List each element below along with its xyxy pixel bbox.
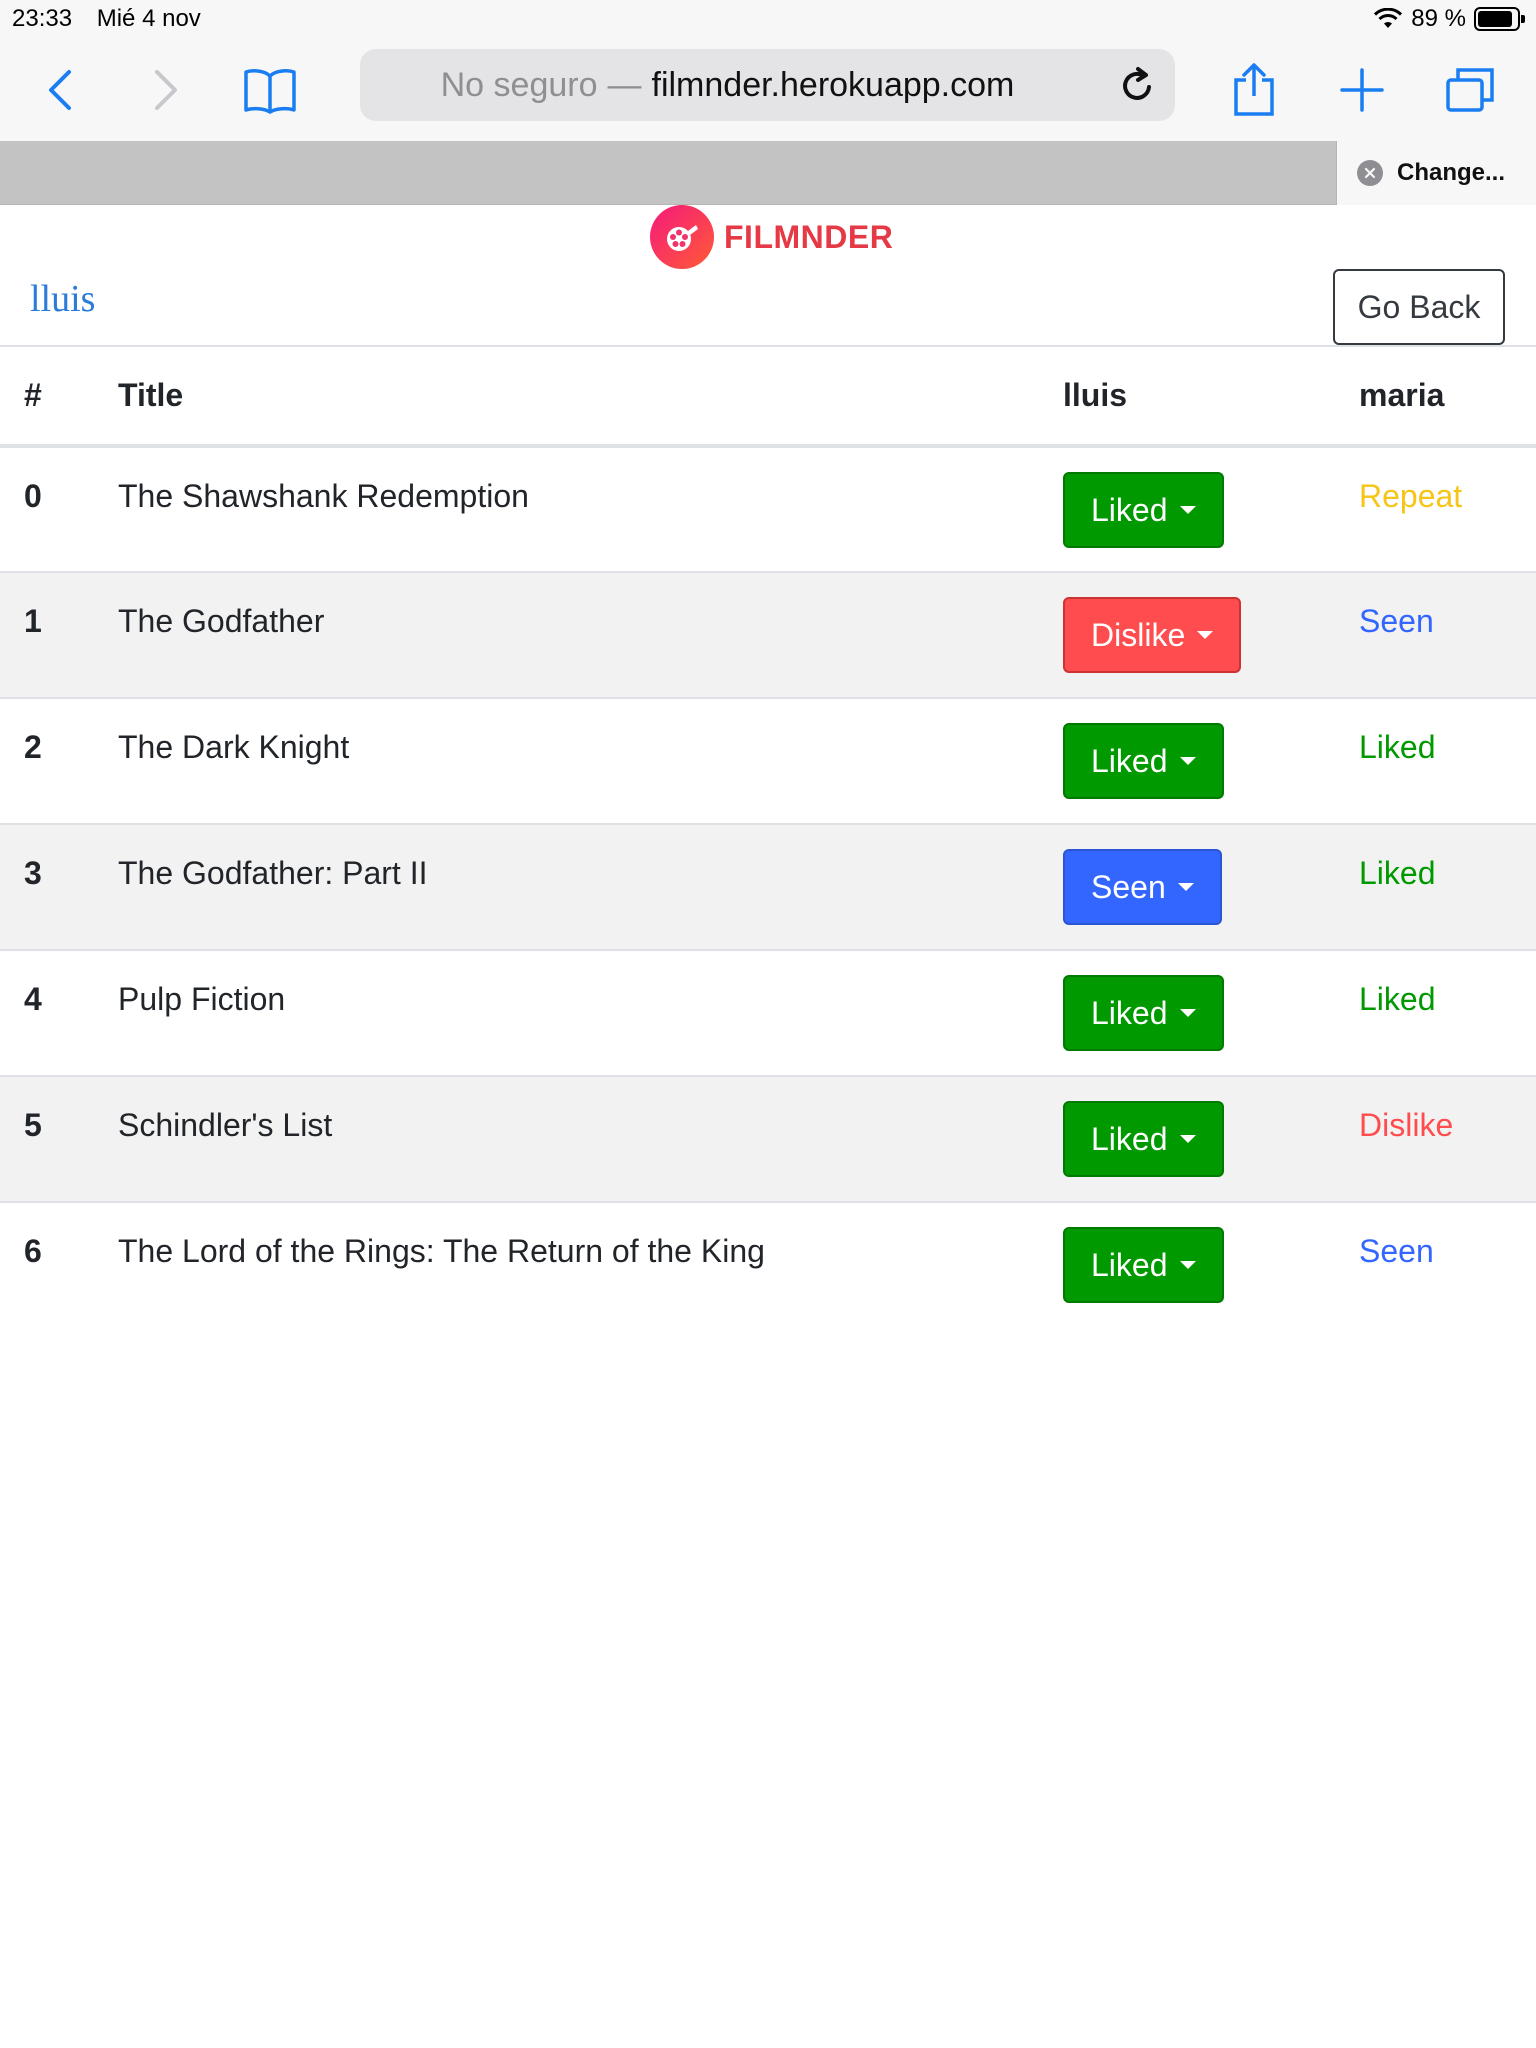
address-bar[interactable]: No seguro — filmnder.herokuapp.com <box>360 49 1175 121</box>
movie-title: The Shawshank Redemption <box>117 445 1062 572</box>
address-security-label: No seguro <box>440 65 598 104</box>
table-row: 4 Pulp Fiction Liked Liked <box>0 949 1536 1076</box>
movies-table: # Title lluis maria 0 The Shawshank Redem… <box>0 345 1536 1328</box>
rating-label: Liked <box>1091 491 1168 528</box>
caret-down-icon <box>1179 506 1196 514</box>
logo-text: FILMNDER <box>724 218 894 255</box>
tab-title: Change... <box>1397 159 1506 186</box>
row-number: 1 <box>0 571 117 698</box>
maria-status: Liked <box>1358 697 1536 824</box>
rating-label: Dislike <box>1091 616 1186 653</box>
browser-toolbar: No seguro — filmnder.herokuapp.com <box>0 38 1536 141</box>
row-number: 4 <box>0 949 117 1076</box>
share-icon[interactable] <box>1222 58 1286 122</box>
film-reel-icon <box>650 205 714 269</box>
status-date: Mié 4 nov <box>96 5 201 32</box>
go-back-button[interactable]: Go Back <box>1333 269 1505 345</box>
caret-down-icon <box>1197 631 1214 639</box>
forward-icon[interactable] <box>134 58 198 122</box>
rating-dropdown-button[interactable]: Liked <box>1063 1101 1224 1177</box>
lluis-rating-cell: Liked <box>1062 949 1358 1076</box>
maria-status: Liked <box>1358 823 1536 950</box>
lluis-rating-cell: Liked <box>1062 1075 1358 1202</box>
wifi-icon <box>1374 8 1403 28</box>
maria-status: Dislike <box>1358 1075 1536 1202</box>
rating-label: Liked <box>1091 742 1168 779</box>
table-row: 1 The Godfather Dislike Seen <box>0 571 1536 698</box>
battery-percentage: 89 % <box>1411 5 1466 32</box>
rating-label: Liked <box>1091 1246 1168 1283</box>
header-number: # <box>0 345 117 448</box>
rating-dropdown-button[interactable]: Seen <box>1063 849 1222 925</box>
caret-down-icon <box>1179 1135 1196 1143</box>
row-number: 3 <box>0 823 117 950</box>
caret-down-icon <box>1177 883 1194 891</box>
movie-title: The Godfather: Part II <box>117 823 1062 950</box>
caret-down-icon <box>1179 1261 1196 1269</box>
maria-status: Seen <box>1358 571 1536 698</box>
lluis-rating-cell: Seen <box>1062 823 1358 950</box>
lluis-rating-cell: Dislike <box>1062 571 1358 698</box>
movie-title: The Lord of the Rings: The Return of the… <box>117 1201 1062 1328</box>
table-row: 5 Schindler's List Liked Dislike <box>0 1075 1536 1202</box>
lluis-rating-cell: Liked <box>1062 697 1358 824</box>
table-row: 2 The Dark Knight Liked Liked <box>0 697 1536 824</box>
table-row: 0 The Shawshank Redemption Liked Repeat <box>0 445 1536 572</box>
bookmarks-icon[interactable] <box>238 58 302 122</box>
movie-title: The Dark Knight <box>117 697 1062 824</box>
rating-dropdown-button[interactable]: Liked <box>1063 1227 1224 1303</box>
rating-dropdown-button[interactable]: Liked <box>1063 975 1224 1051</box>
rating-label: Liked <box>1091 1120 1168 1157</box>
caret-down-icon <box>1179 1009 1196 1017</box>
rating-dropdown-button[interactable]: Liked <box>1063 472 1224 548</box>
tab-strip: Change... <box>0 141 1536 205</box>
user-link[interactable]: lluis <box>30 277 95 321</box>
tabs-overview-icon[interactable] <box>1438 58 1502 122</box>
address-separator: — <box>607 65 642 104</box>
back-icon[interactable] <box>28 58 92 122</box>
table-header-row: # Title lluis maria <box>0 345 1536 448</box>
page-content: FILMNDER lluis Go Back # Title lluis mar… <box>0 205 1536 2048</box>
reload-icon[interactable] <box>1113 61 1161 109</box>
active-tab[interactable]: Change... <box>1336 141 1536 205</box>
rating-label: Seen <box>1091 868 1166 905</box>
rating-label: Liked <box>1091 994 1168 1031</box>
maria-status: Liked <box>1358 949 1536 1076</box>
logo[interactable]: FILMNDER <box>650 205 893 269</box>
lluis-rating-cell: Liked <box>1062 445 1358 572</box>
movie-title: The Godfather <box>117 571 1062 698</box>
header-lluis: lluis <box>1062 345 1358 448</box>
lluis-rating-cell: Liked <box>1062 1201 1358 1328</box>
row-number: 6 <box>0 1201 117 1328</box>
movie-title: Schindler's List <box>117 1075 1062 1202</box>
status-bar: 23:33 Mié 4 nov 89 % <box>0 0 1536 38</box>
maria-status: Seen <box>1358 1201 1536 1328</box>
row-number: 5 <box>0 1075 117 1202</box>
address-host: filmnder.herokuapp.com <box>651 65 1015 104</box>
header-title: Title <box>117 345 1062 448</box>
header-maria: maria <box>1358 345 1536 448</box>
table-row: 6 The Lord of the Rings: The Return of th… <box>0 1201 1536 1328</box>
caret-down-icon <box>1179 757 1196 765</box>
close-tab-icon[interactable] <box>1357 160 1383 186</box>
rating-dropdown-button[interactable]: Dislike <box>1063 597 1242 673</box>
movie-title: Pulp Fiction <box>117 949 1062 1076</box>
new-tab-icon[interactable] <box>1330 58 1394 122</box>
row-number: 0 <box>0 445 117 572</box>
maria-status: Repeat <box>1358 445 1536 572</box>
table-row: 3 The Godfather: Part II Seen Liked <box>0 823 1536 950</box>
status-time: 23:33 <box>12 5 73 32</box>
row-number: 2 <box>0 697 117 824</box>
rating-dropdown-button[interactable]: Liked <box>1063 723 1224 799</box>
battery-icon <box>1474 7 1526 31</box>
